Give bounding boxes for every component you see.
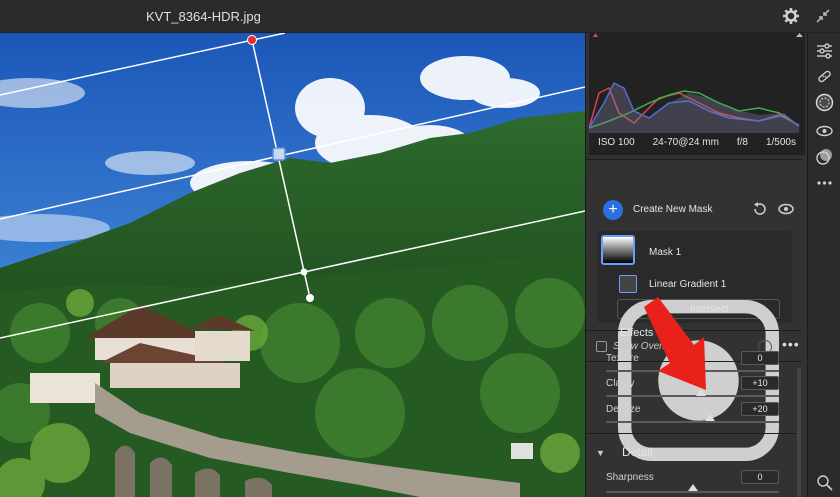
- gradient-rotate-handle[interactable]: [247, 35, 257, 45]
- gradient-edge-handle[interactable]: [300, 268, 308, 276]
- mask-1-label[interactable]: Mask 1: [649, 247, 681, 258]
- collapse-icon[interactable]: [814, 7, 832, 25]
- file-title: KVT_8364-HDR.jpg: [146, 9, 261, 24]
- divider: [586, 159, 802, 160]
- sharpness-slider[interactable]: [606, 491, 779, 493]
- histogram: ISO 100 24-70@24 mm f/8 1/500s: [588, 33, 805, 155]
- create-mask-label[interactable]: Create New Mask: [633, 204, 712, 215]
- lens-value: 24-70@24 mm: [652, 137, 719, 148]
- annotation-arrow-icon: [644, 297, 706, 390]
- gear-icon[interactable]: [782, 7, 800, 25]
- dehaze-slider-thumb[interactable]: [704, 414, 715, 421]
- iso-value: ISO 100: [597, 137, 635, 148]
- histogram-curves: [588, 33, 803, 133]
- clarity-slider[interactable]: [606, 395, 779, 397]
- clipping-highlight-icon[interactable]: [796, 33, 803, 37]
- exif-info: ISO 100 24-70@24 mm f/8 1/500s: [589, 137, 805, 148]
- dehaze-slider[interactable]: [606, 421, 779, 423]
- clipping-shadow-icon[interactable]: [593, 33, 598, 37]
- sharpness-slider-thumb[interactable]: [687, 484, 698, 491]
- sharpness-label: Sharpness: [606, 472, 654, 483]
- title-bar: KVT_8364-HDR.jpg: [0, 0, 840, 33]
- texture-value[interactable]: 0: [741, 351, 779, 365]
- dehaze-value[interactable]: +20: [741, 402, 779, 416]
- create-mask-button[interactable]: +: [603, 200, 623, 220]
- gradient-end-handle[interactable]: [306, 294, 314, 302]
- presets-icon[interactable]: [815, 147, 834, 166]
- divider: [586, 433, 802, 434]
- eye-icon[interactable]: [778, 201, 794, 217]
- sharpness-value[interactable]: 0: [741, 470, 779, 484]
- panel-scrollbar[interactable]: [797, 368, 801, 497]
- linear-gradient-label[interactable]: Linear Gradient 1: [649, 279, 726, 290]
- texture-label: Texture: [606, 353, 639, 364]
- detail-header[interactable]: Detail: [622, 445, 653, 459]
- edit-panel: ISO 100 24-70@24 mm f/8 1/500s + Create …: [585, 33, 807, 497]
- more-options-icon[interactable]: •••: [782, 336, 800, 352]
- clarity-label: Clarity: [606, 378, 635, 389]
- linear-gradient-icon[interactable]: [619, 275, 637, 293]
- gradient-center-pin[interactable]: [272, 147, 286, 161]
- mask-thumbnail[interactable]: [601, 235, 635, 265]
- aperture-value: f/8: [736, 137, 748, 148]
- detail-collapse-icon[interactable]: ▼: [596, 448, 605, 458]
- more-tools-icon[interactable]: [815, 173, 834, 192]
- healing-brush-icon[interactable]: [815, 67, 834, 86]
- masking-icon[interactable]: [815, 93, 834, 112]
- dehaze-label: Dehaze: [606, 404, 641, 415]
- landscape-photo: [0, 33, 585, 497]
- zoom-icon[interactable]: [815, 473, 834, 492]
- sliders-icon[interactable]: [815, 41, 834, 60]
- reset-icon[interactable]: [752, 201, 768, 217]
- photo-canvas[interactable]: [0, 33, 585, 497]
- red-eye-icon[interactable]: [815, 121, 834, 140]
- shutter-value: 1/500s: [765, 137, 796, 148]
- clarity-value[interactable]: +10: [741, 376, 779, 390]
- show-overlay-checkbox[interactable]: [596, 341, 607, 352]
- tool-strip: [807, 33, 840, 497]
